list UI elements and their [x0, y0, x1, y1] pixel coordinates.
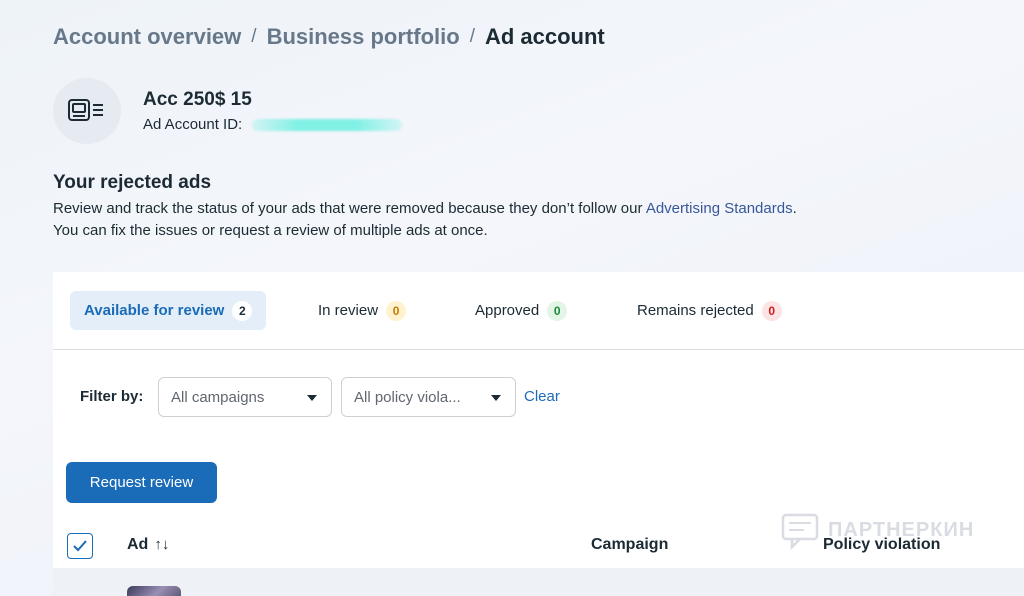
breadcrumb: Account overview / Business portfolio / … — [53, 24, 605, 50]
section-title: Your rejected ads — [53, 172, 212, 193]
description-text-2: You can fix the issues or request a revi… — [53, 222, 488, 239]
campaigns-dropdown[interactable]: All campaigns — [158, 377, 332, 417]
tab-label: In review — [318, 302, 379, 319]
ad-account-id-label: Ad Account ID: — [143, 116, 243, 133]
advertising-standards-link[interactable]: Advertising Standards — [646, 200, 793, 217]
column-header-campaign: Campaign — [591, 536, 669, 553]
breadcrumb-separator: / — [469, 26, 475, 47]
policy-violation-dropdown[interactable]: All policy viola... — [341, 377, 516, 417]
ad-account-id-redacted — [252, 118, 403, 131]
status-tabs: Available for review 2 In review 0 Appro… — [53, 272, 1024, 350]
tab-in-review[interactable]: In review 0 — [318, 291, 407, 330]
request-review-button[interactable]: Request review — [66, 462, 217, 503]
campaigns-dropdown-value: All campaigns — [171, 388, 265, 406]
tab-label: Approved — [475, 302, 540, 319]
breadcrumb-current: Ad account — [484, 24, 605, 49]
clear-filters-link[interactable]: Clear — [524, 388, 560, 405]
ad-account-id-row: Ad Account ID: — [143, 116, 403, 133]
ad-account-icon — [68, 99, 103, 121]
select-all-checkbox[interactable] — [67, 533, 93, 559]
watermark: ПАРТНЕРКИН — [780, 510, 974, 550]
tab-label: Available for review — [84, 302, 225, 319]
ad-account-name: Acc 250$ 15 — [143, 89, 252, 110]
count-badge: 0 — [761, 300, 782, 321]
caret-down-icon — [491, 395, 501, 401]
table-row[interactable] — [53, 568, 1024, 596]
description-text: Review and track the status of your ads … — [53, 200, 646, 217]
breadcrumb-separator: / — [251, 26, 257, 47]
count-badge: 0 — [547, 300, 568, 321]
tab-label: Remains rejected — [637, 302, 754, 319]
tab-available-for-review[interactable]: Available for review 2 — [70, 291, 267, 330]
watermark-text: ПАРТНЕРКИН — [828, 518, 975, 541]
breadcrumb-account-overview[interactable]: Account overview — [53, 24, 241, 50]
caret-down-icon — [307, 395, 317, 401]
sort-icon[interactable]: ↑↓ — [154, 536, 169, 553]
breadcrumb-business-portfolio[interactable]: Business portfolio — [267, 24, 460, 50]
checkmark-icon — [73, 540, 87, 552]
watermark-logo-icon — [781, 513, 819, 550]
count-badge: 2 — [232, 300, 253, 321]
policy-dropdown-value: All policy viola... — [354, 388, 461, 406]
column-ad-label: Ad — [127, 536, 149, 553]
column-header-ad[interactable]: Ad ↑↓ — [127, 536, 169, 554]
ad-thumbnail — [127, 586, 181, 596]
tab-remains-rejected[interactable]: Remains rejected 0 — [637, 291, 782, 330]
description-period: . — [792, 200, 797, 217]
count-badge: 0 — [386, 300, 407, 321]
tab-approved[interactable]: Approved 0 — [475, 291, 568, 330]
ad-account-avatar — [53, 78, 121, 144]
section-description: Review and track the status of your ads … — [53, 198, 953, 242]
filter-label: Filter by: — [80, 388, 144, 405]
